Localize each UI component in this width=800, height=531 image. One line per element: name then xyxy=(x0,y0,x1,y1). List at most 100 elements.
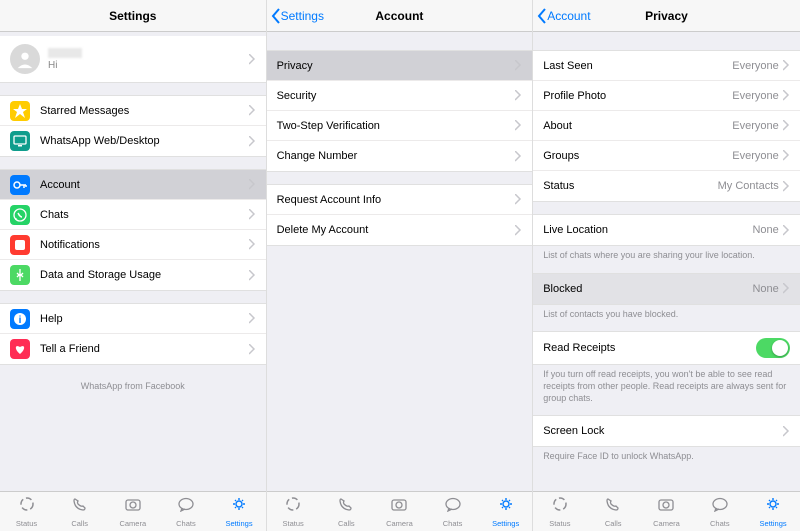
back-button[interactable]: Account xyxy=(537,8,590,24)
chevron-right-icon xyxy=(783,120,790,131)
groups-row[interactable]: Groups Everyone xyxy=(533,141,800,171)
back-chevron-icon xyxy=(271,8,281,24)
help-row[interactable]: Help xyxy=(0,304,266,334)
row-label: Read Receipts xyxy=(543,342,756,354)
chevron-right-icon xyxy=(783,426,790,437)
desktop-icon xyxy=(10,131,30,151)
starred-messages-row[interactable]: Starred Messages xyxy=(0,96,266,126)
status-tab-icon xyxy=(284,496,302,517)
chevron-right-icon xyxy=(249,209,256,220)
security-row[interactable]: Security xyxy=(267,81,533,111)
tab-calls[interactable]: Calls xyxy=(320,492,373,531)
heart-icon xyxy=(10,339,30,359)
tab-calls[interactable]: Calls xyxy=(53,492,106,531)
tab-camera[interactable]: Camera xyxy=(640,492,693,531)
tab-label: Calls xyxy=(605,519,622,528)
row-value: Everyone xyxy=(732,90,778,102)
tab-chats[interactable]: Chats xyxy=(159,492,212,531)
privacy-screen: Account Privacy Last Seen Everyone Profi… xyxy=(533,0,800,531)
screen-lock-row[interactable]: Screen Lock xyxy=(533,416,800,446)
tab-label: Settings xyxy=(760,519,787,528)
back-button[interactable]: Settings xyxy=(271,8,324,24)
settings-tab-icon xyxy=(764,496,782,517)
chevron-right-icon xyxy=(515,225,522,236)
tab-settings[interactable]: Settings xyxy=(479,492,532,531)
content: Last Seen Everyone Profile Photo Everyon… xyxy=(533,32,800,491)
request-info-row[interactable]: Request Account Info xyxy=(267,185,533,215)
chevron-right-icon xyxy=(515,120,522,131)
chevron-right-icon xyxy=(249,270,256,281)
whatsapp-web-row[interactable]: WhatsApp Web/Desktop xyxy=(0,126,266,156)
account-row[interactable]: Account xyxy=(0,170,266,200)
row-label: Help xyxy=(40,313,249,325)
settings-tab-icon xyxy=(230,496,248,517)
read-receipts-toggle[interactable] xyxy=(756,338,790,358)
live-location-row[interactable]: Live Location None xyxy=(533,215,800,245)
tab-chats[interactable]: Chats xyxy=(693,492,746,531)
blocked-row[interactable]: Blocked None xyxy=(533,274,800,304)
row-label: WhatsApp Web/Desktop xyxy=(40,135,249,147)
navbar: Settings xyxy=(0,0,266,32)
chats-row[interactable]: Chats xyxy=(0,200,266,230)
about-row[interactable]: About Everyone xyxy=(533,111,800,141)
tab-calls[interactable]: Calls xyxy=(587,492,640,531)
row-value: My Contacts xyxy=(718,180,779,192)
tell-friend-row[interactable]: Tell a Friend xyxy=(0,334,266,364)
status-row[interactable]: Status My Contacts xyxy=(533,171,800,201)
data-storage-row[interactable]: Data and Storage Usage xyxy=(0,260,266,290)
change-number-row[interactable]: Change Number xyxy=(267,141,533,171)
navbar: Settings Account xyxy=(267,0,533,32)
tab-camera[interactable]: Camera xyxy=(373,492,426,531)
profile-photo-row[interactable]: Profile Photo Everyone xyxy=(533,81,800,111)
tab-status[interactable]: Status xyxy=(0,492,53,531)
row-label: Status xyxy=(543,180,717,192)
chevron-right-icon xyxy=(783,150,790,161)
key-icon xyxy=(10,175,30,195)
row-label: Last Seen xyxy=(543,60,732,72)
row-value: Everyone xyxy=(732,120,778,132)
two-step-row[interactable]: Two-Step Verification xyxy=(267,111,533,141)
live-location-group: Live Location None xyxy=(533,214,800,246)
profile-row[interactable]: Hi xyxy=(0,36,266,83)
tab-chats[interactable]: Chats xyxy=(426,492,479,531)
privacy-row[interactable]: Privacy xyxy=(267,51,533,81)
page-title: Privacy xyxy=(645,9,688,23)
calls-tab-icon xyxy=(337,496,355,517)
tab-settings[interactable]: Settings xyxy=(746,492,799,531)
status-tab-icon xyxy=(551,496,569,517)
row-label: Starred Messages xyxy=(40,105,249,117)
navbar: Account Privacy xyxy=(533,0,800,32)
row-label: Notifications xyxy=(40,239,249,251)
chevron-right-icon xyxy=(515,194,522,205)
screen-lock-group: Screen Lock xyxy=(533,415,800,447)
tab-status[interactable]: Status xyxy=(267,492,320,531)
calls-tab-icon xyxy=(71,496,89,517)
profile-subtitle: Hi xyxy=(48,60,241,71)
screen-lock-footer: Require Face ID to unlock WhatsApp. xyxy=(533,447,800,469)
tab-status[interactable]: Status xyxy=(533,492,586,531)
row-label: About xyxy=(543,120,732,132)
back-label: Settings xyxy=(281,9,324,23)
privacy-group-1: Last Seen Everyone Profile Photo Everyon… xyxy=(533,50,800,202)
chevron-right-icon xyxy=(515,151,522,162)
tab-label: Status xyxy=(283,519,304,528)
last-seen-row[interactable]: Last Seen Everyone xyxy=(533,51,800,81)
row-label: Blocked xyxy=(543,283,752,295)
blocked-footer: List of contacts you have blocked. xyxy=(533,305,800,327)
chevron-right-icon xyxy=(249,105,256,116)
read-receipts-row: Read Receipts xyxy=(533,332,800,364)
tabbar: Status Calls Camera Chats Settings xyxy=(0,491,266,531)
row-label: Profile Photo xyxy=(543,90,732,102)
blocked-group: Blocked None xyxy=(533,273,800,305)
tab-camera[interactable]: Camera xyxy=(106,492,159,531)
read-receipts-group: Read Receipts xyxy=(533,331,800,365)
notifications-row[interactable]: Notifications xyxy=(0,230,266,260)
tabbar: Status Calls Camera Chats Settings xyxy=(533,491,800,531)
settings-group-3: Help Tell a Friend xyxy=(0,303,266,365)
tab-settings[interactable]: Settings xyxy=(213,492,266,531)
account-screen: Settings Account Privacy Security Two-St… xyxy=(267,0,534,531)
delete-account-row[interactable]: Delete My Account xyxy=(267,215,533,245)
back-label: Account xyxy=(547,9,590,23)
profile-text: Hi xyxy=(48,48,241,71)
tab-label: Chats xyxy=(710,519,730,528)
